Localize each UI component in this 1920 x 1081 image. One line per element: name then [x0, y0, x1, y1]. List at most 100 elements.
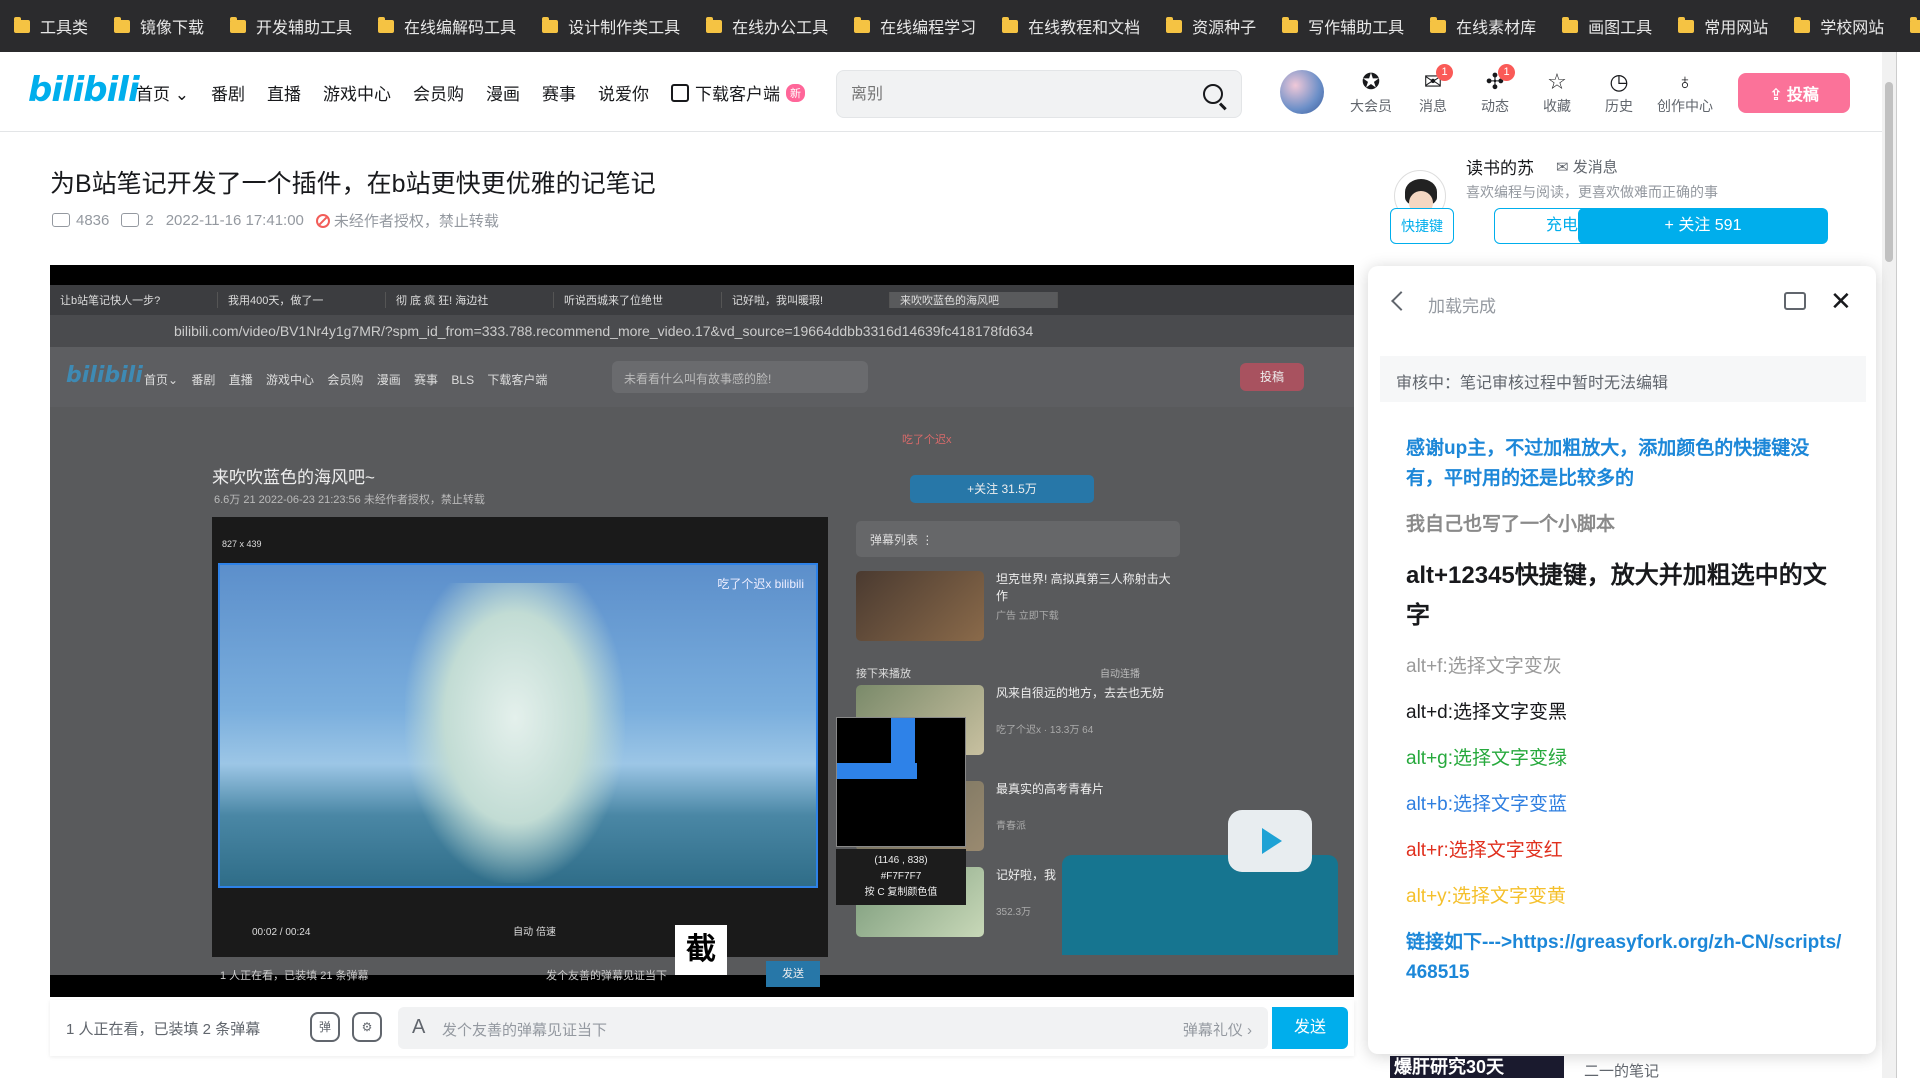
color-picker-info: (1146 , 838) #F7F7F7 按 C 复制颜色值: [836, 849, 966, 905]
nav-love[interactable]: 说爱你: [598, 80, 649, 105]
recommend-banner[interactable]: 爆肝研究30天: [1390, 1056, 1564, 1078]
forbidden-icon: [315, 214, 330, 228]
bookmarks-bar: 工具类 镜像下载 开发辅助工具 在线编解码工具 设计制作类工具 在线办公工具 在线编程学习 在…: [0, 0, 1920, 52]
danmaku-input[interactable]: A 发个友善的弹幕见证当下 弹幕礼仪 ›: [398, 1007, 1268, 1049]
vip-entry[interactable]: ✪ 大会员: [1340, 68, 1402, 116]
bookmark-item[interactable]: 在线办公工具: [706, 14, 828, 38]
page-scrollbar[interactable]: [1882, 52, 1896, 1078]
bilibili-logo[interactable]: bilibili: [28, 70, 140, 110]
bookmark-item[interactable]: 画图工具: [1562, 14, 1652, 38]
bookmark-label: 工具类: [40, 20, 89, 37]
views-value: 4836: [76, 212, 110, 229]
bookmark-item[interactable]: 开发辅助工具: [230, 14, 352, 38]
folder-icon[interactable]: [1784, 292, 1806, 310]
notes-panel: 加载完成 ✕ 审核中：笔记审核过程中暂时无法编辑 感谢up主，不过加粗放大，添加…: [1368, 266, 1876, 1054]
bookmark-item[interactable]: 镜像下载: [114, 14, 204, 38]
embedded-send: 发送: [766, 961, 820, 987]
vip-icon: ✪: [1361, 69, 1381, 94]
notes-content[interactable]: 感谢up主，不过加粗放大，添加颜色的快捷键没有，平时用的还是比较多的 我自己也写…: [1406, 434, 1846, 1004]
upload-button[interactable]: ⇪ 投稿: [1738, 73, 1850, 113]
screenshot-cut-label[interactable]: 截: [675, 925, 727, 975]
rec-sub: 352.3万: [996, 907, 1032, 918]
bulb-icon: ♁: [1676, 69, 1694, 94]
nav-live[interactable]: 直播: [267, 80, 301, 105]
user-avatar[interactable]: [1280, 70, 1324, 114]
danmaku-toggle-icon[interactable]: 弹: [310, 1012, 340, 1042]
selection-size: 827 x 439: [222, 539, 262, 549]
mail-icon: ✉: [1423, 69, 1443, 94]
back-icon[interactable]: [1391, 291, 1411, 311]
uploader-name[interactable]: 读书的苏: [1466, 154, 1534, 179]
send-message-link[interactable]: ✉ 发消息: [1556, 156, 1618, 177]
bookmark-item[interactable]: 在线编程学习: [854, 14, 976, 38]
history-label: 历史: [1605, 98, 1633, 114]
bookmark-label: 在线编程学习: [880, 20, 977, 37]
review-notice: 审核中：笔记审核过程中暂时无法编辑: [1380, 356, 1866, 402]
shortcut-button[interactable]: 快捷键: [1390, 208, 1454, 244]
history-entry[interactable]: ◷ 历史: [1588, 68, 1650, 116]
publish-datetime: 2022-11-16 17:41:00: [165, 212, 304, 229]
bookmark-item[interactable]: 学校网站: [1794, 14, 1884, 38]
nav-download-client[interactable]: 下载客户端 新: [670, 80, 805, 105]
copyright-notice: 未经作者授权，禁止转载: [315, 210, 499, 231]
nav-anime[interactable]: 番剧: [211, 80, 245, 105]
notes-status: 加载完成: [1428, 297, 1496, 316]
bookmark-item[interactable]: 写作辅助工具: [1282, 14, 1404, 38]
embedded-logo: bilibili: [66, 363, 143, 388]
bookmark-item[interactable]: 工具类: [14, 14, 88, 38]
folder-icon: [542, 16, 559, 33]
nav-mall[interactable]: 会员购: [413, 80, 464, 105]
embedded-follow: +关注 31.5万: [910, 475, 1094, 503]
bookmark-label: 设计制作类工具: [568, 20, 681, 37]
nav-comic[interactable]: 漫画: [486, 80, 520, 105]
favorites-entry[interactable]: ☆ 收藏: [1526, 68, 1588, 116]
note-line: 我自己也写了一个小脚本: [1406, 514, 1616, 535]
folder-icon: [1002, 16, 1019, 33]
windmill-icon: ✣: [1485, 69, 1505, 94]
close-icon[interactable]: ✕: [1830, 288, 1852, 314]
bookmark-label: 写作辅助工具: [1308, 20, 1405, 37]
tv-play-icon[interactable]: [1228, 810, 1312, 872]
bookmark-item[interactable]: 在线编解码工具: [378, 14, 516, 38]
embedded-tab: 彻 底 疯 狂! 海边社: [386, 292, 554, 308]
embedded-video-frame: 吃了个迟x bilibili: [218, 563, 818, 888]
nav-esports[interactable]: 赛事: [542, 80, 576, 105]
creator-center-entry[interactable]: ♁ 创作中心: [1650, 68, 1720, 116]
embedded-search: 未看看什么叫有故事感的脸!: [612, 361, 868, 393]
site-header: bilibili 首页 ⌄ 番剧 直播 游戏中心 会员购 漫画 赛事 说爱你 下…: [0, 52, 1882, 132]
embedded-ctrl-right: 自动 倍速: [513, 927, 556, 938]
bookmark-label: 学校网站: [1820, 20, 1885, 37]
danmaku-etiquette-link[interactable]: 弹幕礼仪 ›: [1183, 1019, 1252, 1040]
embedded-rec-item: 坦克世界! 高拟真第三人称射击大作 广告 立即下载: [856, 571, 1180, 641]
embedded-video-title: 来吹吹蓝色的海风吧~: [212, 468, 375, 487]
nav-game-center[interactable]: 游戏中心: [323, 80, 391, 105]
bookmark-item[interactable]: 常用网站: [1678, 14, 1768, 38]
nav-home[interactable]: 首页 ⌄: [136, 80, 189, 105]
messages-entry[interactable]: ✉ 1 消息: [1402, 64, 1464, 116]
rec-sub: 吃了个迟x · 13.3万 64: [996, 725, 1094, 736]
send-button[interactable]: 发送: [1272, 1007, 1348, 1049]
bookmark-item[interactable]: 在线教程和文档: [1002, 14, 1140, 38]
bookmark-item[interactable]: 理财网站: [1910, 14, 1920, 38]
folder-icon: [14, 16, 30, 33]
search-icon[interactable]: [1203, 84, 1223, 104]
bookmark-item[interactable]: 在线素材库: [1430, 14, 1536, 38]
dynamics-entry[interactable]: ✣ 1 动态: [1464, 64, 1526, 116]
rec-title: 最真实的高考青春片: [996, 782, 1105, 796]
vip-label: 大会员: [1350, 98, 1392, 114]
note-line: alt+d:选择文字变黑: [1406, 702, 1568, 723]
video-player[interactable]: 让b站笔记快人一步? 我用400天，做了一 彻 底 疯 狂! 海边社 听说西城来…: [50, 265, 1354, 997]
bookmark-item[interactable]: 资源种子: [1166, 14, 1256, 38]
bookmark-item[interactable]: 设计制作类工具: [542, 14, 680, 38]
folder-icon: [1166, 16, 1183, 33]
folder-icon: [1562, 16, 1579, 33]
danmaku-settings-icon[interactable]: ⚙: [352, 1012, 382, 1042]
scrollbar-thumb[interactable]: [1885, 82, 1893, 262]
note-link[interactable]: 链接如下--->https://greasyfork.org/zh-CN/scr…: [1406, 928, 1846, 988]
messages-label: 消息: [1419, 98, 1447, 114]
folder-icon: [706, 16, 723, 33]
follow-button[interactable]: + 关注 591: [1578, 208, 1828, 244]
rec-thumb: [856, 571, 984, 641]
search-input[interactable]: [851, 83, 1181, 107]
text-style-icon[interactable]: A: [412, 1016, 425, 1039]
